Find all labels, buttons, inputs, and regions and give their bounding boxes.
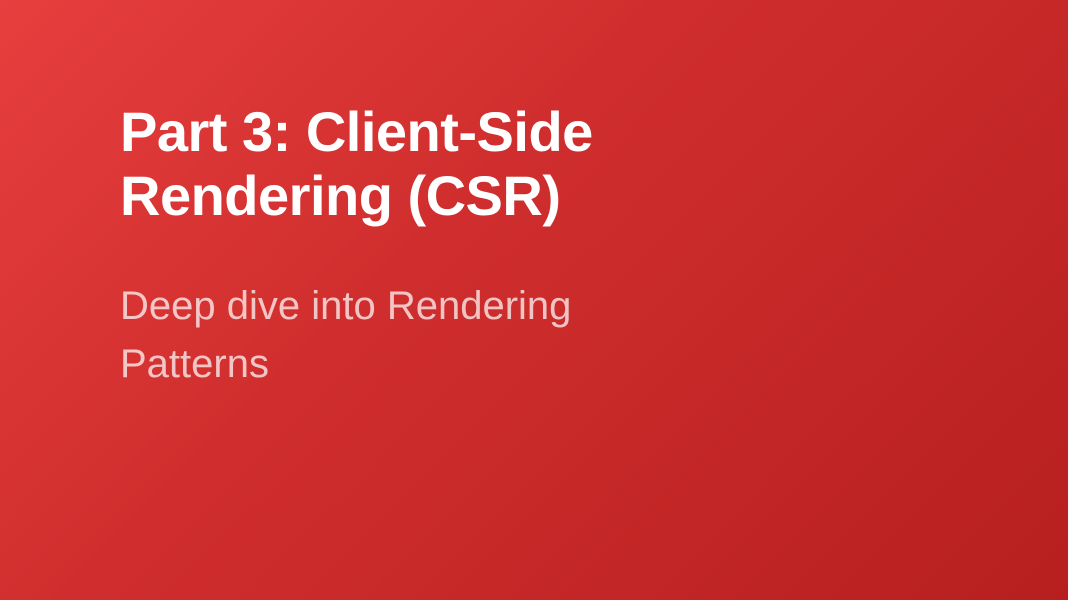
slide-container: Part 3: Client-Side Rendering (CSR) Deep… — [0, 0, 1068, 600]
slide-subtitle: Deep dive into Rendering Patterns — [120, 277, 720, 393]
slide-title: Part 3: Client-Side Rendering (CSR) — [120, 100, 820, 229]
